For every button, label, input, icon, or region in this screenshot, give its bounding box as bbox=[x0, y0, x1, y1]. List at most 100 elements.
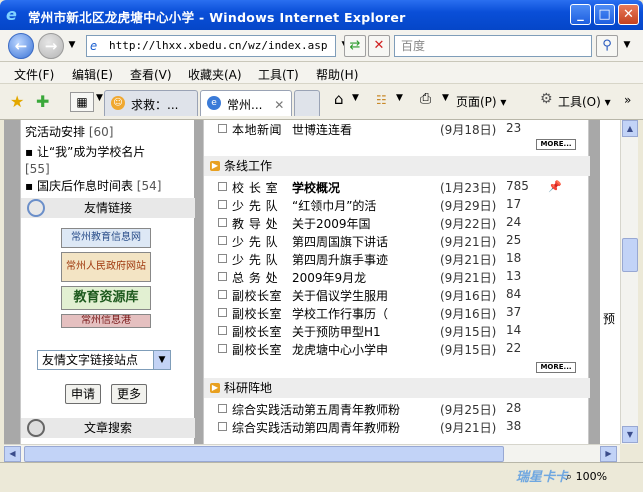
news-category: 少 先 队 bbox=[232, 253, 279, 267]
right-column-partial: 预 bbox=[600, 120, 620, 444]
friend-links-selected: 友情文字链接站点 bbox=[42, 353, 139, 367]
add-favorite-icon[interactable]: ✚ bbox=[36, 92, 49, 111]
horizontal-scrollbar[interactable]: ◀ ▶ bbox=[4, 444, 620, 462]
menu-edit[interactable]: 编辑(E) bbox=[72, 66, 113, 83]
news-count: 785 bbox=[506, 179, 529, 193]
link-banner[interactable]: 教育资源库 bbox=[61, 286, 151, 310]
history-dropdown-icon[interactable]: ▼ bbox=[64, 35, 80, 57]
news-title: 学校工作行事历（ bbox=[292, 307, 389, 321]
menu-tools[interactable]: 工具(T) bbox=[258, 66, 299, 83]
tools-gear-icon[interactable]: ⚙ bbox=[540, 91, 553, 107]
scroll-right-icon[interactable]: ▶ bbox=[600, 446, 617, 462]
feeds-dropdown-icon[interactable]: ▼ bbox=[396, 93, 403, 103]
back-button[interactable]: ← bbox=[8, 33, 34, 59]
search-input[interactable]: 百度 bbox=[394, 35, 592, 57]
address-text: http://lhxx.xbedu.cn/wz/index.asp bbox=[109, 39, 328, 52]
news-date: (9月25日) bbox=[440, 403, 497, 417]
zoom-level[interactable]: ⌕ 100% bbox=[566, 470, 607, 484]
news-count: 24 bbox=[506, 215, 522, 229]
maximize-button[interactable]: □ bbox=[594, 4, 615, 25]
search-options-icon[interactable]: ▼ bbox=[620, 35, 634, 57]
news-row[interactable]: 本地新闻 世博连连看 (9月18日) 23 bbox=[204, 120, 590, 138]
announcement-item[interactable]: ▪ 国庆后作息时间表 [54] bbox=[25, 178, 161, 195]
more-button[interactable]: MORE... bbox=[536, 362, 576, 373]
news-title: 第四周国旗下讲话 bbox=[292, 235, 389, 249]
tab-bar: ★ ✚ ▦ ▼ ☺ 求救：... e 常州... ✕ ⌂ ▼ ☷ ▼ ⎙ ▼ 页… bbox=[0, 84, 643, 120]
bullet-icon bbox=[218, 272, 227, 281]
status-bar: 瑞星卡卡 ⌕ 100% bbox=[0, 462, 643, 492]
bullet-icon bbox=[218, 308, 227, 317]
news-row[interactable]: 教 导 处关于2009年国 (9月22日) 24 bbox=[204, 214, 590, 232]
home-icon[interactable]: ⌂ bbox=[334, 90, 344, 108]
menu-file[interactable]: 文件(F) bbox=[14, 66, 54, 83]
news-title: 学校概况 bbox=[292, 181, 341, 195]
tab-school-site[interactable]: e 常州... ✕ bbox=[200, 90, 292, 116]
menu-view[interactable]: 查看(V) bbox=[130, 66, 172, 83]
home-dropdown-icon[interactable]: ▼ bbox=[352, 93, 359, 103]
news-title: 第五周青年教师粉 bbox=[304, 403, 401, 417]
arrow-icon: ▶ bbox=[210, 161, 220, 171]
more-links-button[interactable]: 更多 bbox=[111, 384, 147, 404]
main-content: 本地新闻 世博连连看 (9月18日) 23 MORE... ▶ 条线工作 校 长… bbox=[203, 120, 590, 444]
tab-favicon-icon: e bbox=[207, 96, 221, 110]
news-row[interactable]: 总 务 处 2009年9月龙 (9月21日) 13 bbox=[204, 268, 590, 286]
tab-help-request[interactable]: ☺ 求救：... bbox=[104, 90, 198, 116]
news-row[interactable]: 少 先 队 “红领巾月”的活 (9月29日) 17 bbox=[204, 196, 590, 214]
friend-links-select[interactable]: 友情文字链接站点 ▼ bbox=[37, 350, 171, 370]
news-row[interactable]: 少 先 队第四周国旗下讲话 (9月21日) 25 bbox=[204, 232, 590, 250]
vertical-scroll-thumb[interactable] bbox=[622, 238, 638, 272]
tab-close-icon[interactable]: ✕ bbox=[274, 98, 284, 112]
feeds-icon[interactable]: ☷ bbox=[376, 93, 387, 107]
close-button[interactable]: ✕ bbox=[618, 4, 639, 25]
apply-link-button[interactable]: 申请 bbox=[65, 384, 101, 404]
announcement-item[interactable]: 究活动安排 [60] bbox=[25, 124, 113, 141]
menu-bar: 文件(F) 编辑(E) 查看(V) 收藏夹(A) 工具(T) 帮助(H) bbox=[0, 62, 643, 84]
link-banner[interactable]: 常州教育信息网 bbox=[61, 228, 151, 248]
scroll-left-icon[interactable]: ◀ bbox=[4, 446, 21, 462]
more-button[interactable]: MORE... bbox=[536, 139, 576, 150]
news-title: 关于倡议学生服用 bbox=[292, 289, 389, 303]
stop-icon[interactable]: ✕ bbox=[368, 35, 390, 57]
bullet-icon bbox=[218, 254, 227, 263]
forward-button[interactable]: → bbox=[38, 33, 64, 59]
announcement-item[interactable]: ▪ 让“我”成为学校名片 [55] bbox=[25, 144, 145, 178]
bullet-icon bbox=[218, 344, 227, 353]
toolbar-overflow-icon[interactable]: » bbox=[624, 93, 631, 107]
news-row[interactable]: 校 长 室学校概况 (1月23日) 785 📌 bbox=[204, 178, 590, 196]
link-banner[interactable]: 常州人民政府网站 bbox=[61, 252, 151, 282]
news-row[interactable]: 副校长室 关于倡议学生服用 (9月16日) 84 bbox=[204, 286, 590, 304]
refresh-icon[interactable]: ⇄ bbox=[344, 35, 366, 57]
bullet-icon bbox=[218, 182, 227, 191]
news-row[interactable]: 综合实践活动 第五周青年教师粉 (9月25日) 28 bbox=[204, 400, 590, 418]
tab-label: 求救：... bbox=[131, 98, 179, 112]
scroll-up-icon[interactable]: ▲ bbox=[622, 120, 638, 137]
news-category: 校 长 室 bbox=[232, 181, 279, 195]
news-row[interactable]: 副校长室 学校工作行事历（ (9月16日) 37 bbox=[204, 304, 590, 322]
new-tab-button[interactable] bbox=[294, 90, 320, 116]
vertical-scrollbar[interactable]: ▲ ▼ bbox=[620, 120, 638, 444]
print-dropdown-icon[interactable]: ▼ bbox=[442, 93, 449, 103]
news-row[interactable]: 综合实践活动 第四周青年教师粉 (9月21日) 38 bbox=[204, 418, 590, 436]
menu-favorites[interactable]: 收藏夹(A) bbox=[188, 66, 242, 83]
section-title: ▶ 科研阵地 bbox=[204, 378, 590, 398]
favorites-star-icon[interactable]: ★ bbox=[10, 92, 24, 111]
scroll-down-icon[interactable]: ▼ bbox=[622, 426, 638, 443]
link-banner[interactable]: 常州信息港 bbox=[61, 314, 151, 328]
article-search-icon bbox=[27, 419, 45, 437]
news-row[interactable]: 副校长室 龙虎塘中心小学申 (9月15日) 22 bbox=[204, 340, 590, 358]
tools-menu[interactable]: 工具(O) ▾ bbox=[558, 93, 611, 110]
address-bar[interactable]: e http://lhxx.xbedu.cn/wz/index.asp bbox=[86, 35, 336, 57]
news-category: 副校长室 bbox=[232, 307, 283, 321]
horizontal-scroll-thumb[interactable] bbox=[24, 446, 504, 462]
tab-list-icon[interactable]: ▼ bbox=[96, 93, 103, 103]
news-row[interactable]: 少 先 队第四周升旗手事迹 (9月21日) 18 bbox=[204, 250, 590, 268]
search-icon[interactable]: ⚲ bbox=[596, 35, 618, 57]
section-title: ▶ 条线工作 bbox=[204, 156, 590, 176]
minimize-button[interactable]: _ bbox=[570, 4, 591, 25]
print-icon[interactable]: ⎙ bbox=[420, 91, 431, 107]
news-date: (9月16日) bbox=[440, 307, 497, 321]
quick-tabs-icon[interactable]: ▦ bbox=[70, 92, 94, 112]
menu-help[interactable]: 帮助(H) bbox=[316, 66, 358, 83]
news-row[interactable]: 副校长室 关于预防甲型H1 (9月15日) 14 bbox=[204, 322, 590, 340]
page-menu[interactable]: 页面(P) ▾ bbox=[456, 93, 506, 110]
